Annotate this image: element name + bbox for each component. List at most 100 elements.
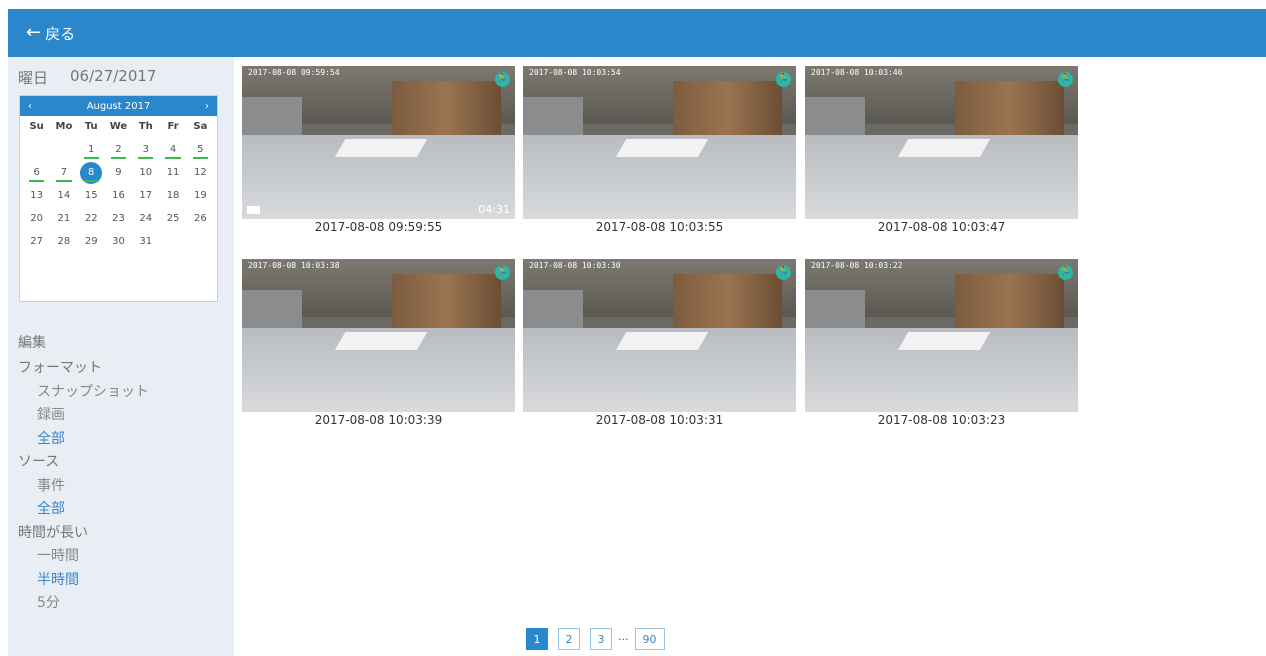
thumbnail-card[interactable]: 2017-08-08 09:59:54 🏃 04:31 2017-08-08 09:5… [242,66,515,237]
calendar-day[interactable]: 20 [23,207,50,230]
calendar-day[interactable]: 24 [132,207,159,230]
pagination: 1 2 3 ··· 90 [526,628,665,650]
calendar-day[interactable]: 7 [50,161,77,184]
filter-source-all[interactable]: 全部 [18,498,149,522]
weekday-label: Su [29,121,44,132]
page-button[interactable]: 3 [590,628,612,650]
thumbnail-caption: 2017-08-08 10:03:47 [877,220,1006,234]
scene-table [897,332,991,351]
video-camera-icon [247,206,260,214]
calendar-day[interactable]: 31 [132,230,159,253]
page-button[interactable]: 2 [558,628,580,650]
calendar-day[interactable]: 25 [159,207,186,230]
thumbnail-card[interactable]: 2017-08-08 10:03:46 🏃 2017-08-08 10:03:47 [805,66,1078,237]
last-page-button[interactable]: 90 [634,628,665,650]
calendar-day[interactable]: 26 [187,207,214,230]
motion-icon: 🏃 [1058,72,1073,87]
page-button[interactable]: 1 [526,628,548,650]
calendar-day[interactable]: 15 [78,184,105,207]
filter-event[interactable]: 事件 [18,475,149,499]
motion-icon: 🏃 [776,72,791,87]
camera-snapshot[interactable]: 2017-08-08 10:03:54 🏃 [523,66,796,219]
calendar-day[interactable]: 28 [50,230,77,253]
top-bar: ← 戻る [8,9,1266,57]
filter-half-hour[interactable]: 半時間 [18,569,149,593]
calendar-header: ‹ August 2017 › [20,96,217,116]
camera-snapshot[interactable]: 2017-08-08 10:03:22 🏃 [805,259,1078,412]
arrow-left-icon: ← [26,22,42,43]
duration-heading: 時間が長い [18,524,88,541]
filter-one-hour[interactable]: 一時間 [18,545,149,569]
weekday-label: Th [138,121,153,132]
weekday-label: Tu [84,121,98,132]
thumbnail-caption: 2017-08-08 09:59:55 [314,220,443,234]
calendar-day[interactable]: 21 [50,207,77,230]
overlay-timestamp: 2017-08-08 10:03:30 [529,261,621,270]
next-month-button[interactable]: › [205,101,209,112]
motion-icon: 🏃 [495,265,510,280]
edit-heading[interactable]: 編集 [18,333,149,354]
calendar-day[interactable]: 11 [159,161,186,184]
filter-format-all[interactable]: 全部 [18,428,149,452]
filter-panel: 編集 フォーマット スナップショット 録画 全部 ソース 事件 全部 時間が長い… [18,333,149,616]
filter-five-min[interactable]: 5分 [18,592,149,616]
scene-boxes [955,274,1065,333]
calendar-empty-cell [159,230,186,253]
prev-month-button[interactable]: ‹ [28,101,32,112]
back-label: 戻る [45,24,76,43]
calendar-day[interactable]: 3 [132,138,159,161]
scene-boxes [673,81,783,140]
calendar-day[interactable]: 2 [105,138,132,161]
thumbnail-caption: 2017-08-08 10:03:23 [877,413,1006,427]
camera-snapshot[interactable]: 2017-08-08 09:59:54 🏃 04:31 [242,66,515,219]
filter-snapshot[interactable]: スナップショット [18,381,149,405]
calendar-day[interactable]: 10 [132,161,159,184]
weekday-label: Sa [193,121,208,132]
date-label: 曜日 [18,69,49,87]
calendar-day[interactable]: 18 [159,184,186,207]
thumbnail-caption: 2017-08-08 10:03:39 [314,413,443,427]
date-row: 曜日 06/27/2017 [18,67,156,88]
calendar-day[interactable]: 30 [105,230,132,253]
thumbnail-card[interactable]: 2017-08-08 10:03:22 🏃 2017-08-08 10:03:23 [805,259,1078,430]
calendar-day[interactable]: 27 [23,230,50,253]
calendar-day[interactable]: 29 [78,230,105,253]
calendar-day[interactable]: 5 [187,138,214,161]
camera-snapshot[interactable]: 2017-08-08 10:03:30 🏃 [523,259,796,412]
source-heading: ソース [18,454,60,470]
calendar-day[interactable]: 1 [78,138,105,161]
back-button[interactable]: ← 戻る [26,23,75,44]
calendar-day[interactable]: 12 [187,161,214,184]
calendar-day[interactable]: 22 [78,207,105,230]
calendar-day[interactable]: 6 [23,161,50,184]
calendar-day[interactable]: 17 [132,184,159,207]
calendar-day[interactable]: 14 [50,184,77,207]
filter-recording[interactable]: 録画 [18,404,149,428]
date-value[interactable]: 06/27/2017 [70,67,156,88]
thumbnail-caption: 2017-08-08 10:03:31 [595,413,724,427]
scene-boxes [392,81,502,140]
overlay-timestamp: 2017-08-08 10:03:54 [529,68,621,77]
pagination-ellipsis: ··· [618,632,629,646]
thumbnail-card[interactable]: 2017-08-08 10:03:30 🏃 2017-08-08 10:03:31 [523,259,796,430]
weekday-label: We [109,121,128,132]
calendar-day[interactable]: 9 [105,161,132,184]
calendar-day[interactable]: 16 [105,184,132,207]
calendar-day[interactable]: 23 [105,207,132,230]
calendar: ‹ August 2017 › Su Mo Tu We Th Fr Sa 1 2 3 4 5 6 7 8 9 1… [19,95,218,302]
thumbnail-card[interactable]: 2017-08-08 10:03:54 🏃 2017-08-08 10:03:55 [523,66,796,237]
scene-table [615,332,709,351]
calendar-day[interactable]: 4 [159,138,186,161]
calendar-day[interactable]: 13 [23,184,50,207]
weekday-label: Mo [55,121,73,132]
camera-snapshot[interactable]: 2017-08-08 10:03:46 🏃 [805,66,1078,219]
scene-table [897,139,991,158]
calendar-day[interactable]: 19 [187,184,214,207]
weekday-label: Fr [167,121,179,132]
motion-icon: 🏃 [495,72,510,87]
motion-icon: 🏃 [776,265,791,280]
scene-boxes [673,274,783,333]
thumbnail-card[interactable]: 2017-08-08 10:03:38 🏃 2017-08-08 10:03:39 [242,259,515,430]
camera-snapshot[interactable]: 2017-08-08 10:03:38 🏃 [242,259,515,412]
calendar-day[interactable]: 8 [78,161,105,184]
